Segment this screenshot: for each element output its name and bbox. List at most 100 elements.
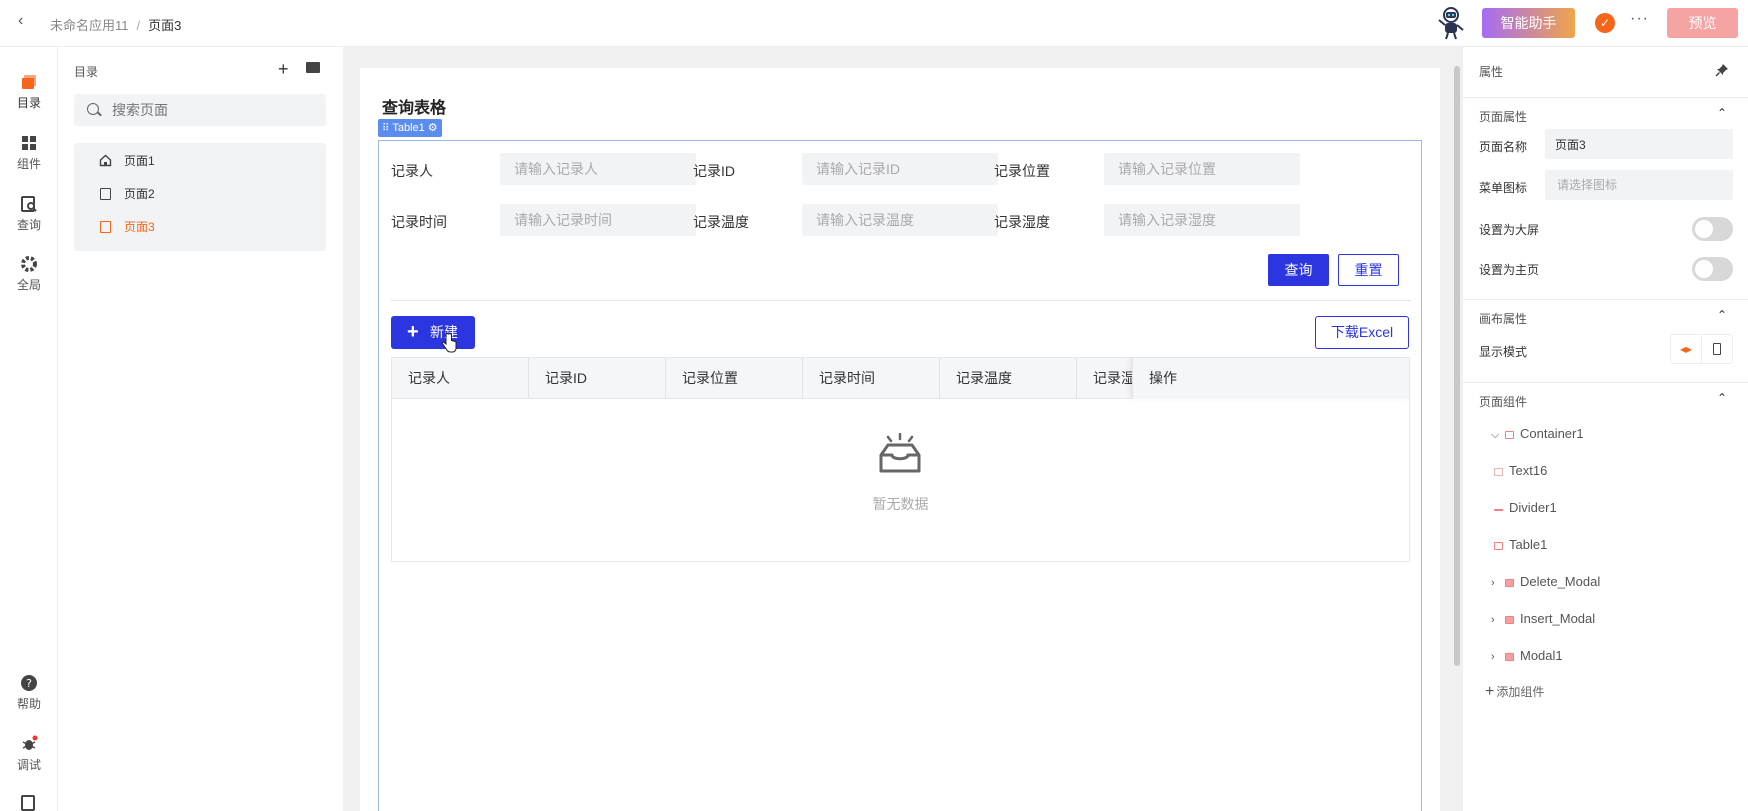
tree-item-delete-modal[interactable]: › Delete_Modal: [1491, 572, 1600, 592]
pin-icon[interactable]: [1715, 63, 1729, 77]
field-label: 记录时间: [391, 214, 447, 230]
table-component[interactable]: 记录人 记录ID 记录位置 记录时间 记录温度 记录湿度 查询 重置 + 新建 …: [378, 140, 1422, 811]
rail-item-query[interactable]: 查询: [0, 195, 58, 233]
page-item-label: 页面1: [124, 154, 155, 168]
drag-handle-icon[interactable]: ⠿: [382, 123, 389, 134]
page-attributes-section: 页面属性: [1479, 110, 1528, 124]
modal-icon: [1505, 652, 1514, 661]
home-page-toggle[interactable]: [1692, 257, 1733, 281]
help-icon: ?: [21, 675, 37, 691]
field-label: 记录ID: [693, 163, 735, 179]
page-search[interactable]: [74, 94, 326, 126]
tree-item-label: Delete_Modal: [1520, 574, 1601, 589]
column-header[interactable]: 记录位置: [666, 358, 803, 399]
tree-item-label: Container1: [1520, 426, 1584, 441]
page-name-input[interactable]: [1545, 129, 1733, 159]
gear-icon: [21, 256, 37, 272]
record-time-input[interactable]: [500, 204, 696, 236]
separator: [1463, 97, 1748, 98]
table-icon: [1494, 541, 1503, 550]
settings-icon[interactable]: ⚙: [428, 122, 438, 134]
column-header[interactable]: 记录时间: [803, 358, 940, 399]
properties-panel: 属性 页面属性 ⌃ 页面名称 菜单图标 设置为大屏 设置为主页 画布属性 ⌃ 显…: [1462, 47, 1748, 811]
rail-item-help[interactable]: ? 帮助: [0, 674, 58, 712]
tree-item-table1[interactable]: Table1: [1494, 535, 1547, 555]
search-input[interactable]: [112, 100, 312, 120]
tree-item-container1[interactable]: ⌵ Container1: [1491, 424, 1584, 444]
mobile-mode-icon[interactable]: [1713, 343, 1721, 355]
rail-label: 查询: [16, 218, 41, 232]
rail-item-panel-icon[interactable]: [21, 795, 35, 811]
preview-button[interactable]: 预览: [1667, 8, 1738, 38]
chevron-up-icon[interactable]: ⌃: [1717, 308, 1727, 322]
rail-item-global[interactable]: 全局: [0, 255, 58, 293]
canvas-scrollbar[interactable]: [1454, 66, 1460, 666]
assistant-button[interactable]: 智能助手: [1482, 8, 1575, 38]
download-excel-button[interactable]: 下载Excel: [1315, 316, 1409, 349]
record-id-input[interactable]: [802, 153, 998, 185]
menu-icon-label: 菜单图标: [1479, 181, 1528, 195]
display-mode-label: 显示模式: [1479, 345, 1528, 359]
action-column-header: 操作: [1132, 358, 1409, 399]
chevron-up-icon[interactable]: ⌃: [1717, 106, 1727, 120]
page-name-label: 页面名称: [1479, 140, 1528, 154]
breadcrumb-app[interactable]: 未命名应用11: [50, 18, 129, 33]
component-tag[interactable]: ⠿ Table1 ⚙: [378, 119, 442, 137]
column-header[interactable]: 记录人: [392, 358, 529, 399]
divider: [391, 300, 1411, 301]
breadcrumb: 未命名应用11 / 页面3: [50, 15, 181, 34]
chevron-left-icon[interactable]: ‹: [18, 12, 23, 30]
chevron-right-icon[interactable]: ›: [1491, 647, 1505, 667]
more-icon[interactable]: ···: [1630, 10, 1649, 28]
rail-label: 目录: [16, 96, 41, 110]
page-components-section: 页面组件: [1479, 395, 1528, 409]
display-mode-switch[interactable]: ◂▸: [1670, 334, 1733, 364]
reset-button[interactable]: 重置: [1338, 254, 1399, 286]
rail-item-components[interactable]: 组件: [0, 134, 58, 172]
column-header[interactable]: 记录温度: [940, 358, 1077, 399]
tree-item-label: Modal1: [1520, 648, 1563, 663]
column-header[interactable]: 记录湿度: [1077, 358, 1137, 399]
tree-item-text16[interactable]: Text16: [1494, 461, 1547, 481]
empty-text: 暂无数据: [872, 496, 929, 512]
divider-icon: [1494, 506, 1503, 512]
tree-item-modal1[interactable]: › Modal1: [1491, 646, 1563, 666]
menu-icon-select[interactable]: [1545, 170, 1733, 200]
add-icon[interactable]: +: [278, 59, 289, 80]
catalog-icon: [22, 75, 36, 89]
rail-item-catalog[interactable]: 目录: [0, 73, 58, 111]
rail-label: 调试: [16, 758, 41, 772]
rail-label: 全局: [16, 278, 41, 292]
table-header: 记录人 记录ID 记录位置 记录时间 记录温度 记录湿度 操作: [392, 358, 1409, 399]
record-temperature-input[interactable]: [802, 204, 998, 236]
grid-icon: [22, 136, 36, 150]
chevron-down-icon[interactable]: ⌵: [1491, 425, 1505, 445]
breadcrumb-page: 页面3: [148, 18, 182, 33]
container-icon: [1505, 430, 1514, 439]
recorder-input[interactable]: [500, 153, 696, 185]
column-header[interactable]: 记录ID: [529, 358, 666, 399]
plus-icon: +: [1485, 683, 1495, 700]
separator: [1463, 382, 1748, 383]
chevron-right-icon[interactable]: ›: [1491, 610, 1505, 630]
record-humidity-input[interactable]: [1104, 204, 1300, 236]
record-location-input[interactable]: [1104, 153, 1300, 185]
new-button[interactable]: + 新建: [391, 316, 475, 349]
chevron-right-icon[interactable]: ›: [1491, 573, 1505, 593]
rail-item-debug[interactable]: 调试: [0, 735, 58, 773]
big-screen-toggle[interactable]: [1692, 217, 1733, 241]
tree-item-insert-modal[interactable]: › Insert_Modal: [1491, 609, 1595, 629]
bug-icon: [22, 735, 38, 750]
tree-item-divider1[interactable]: Divider1: [1494, 498, 1557, 518]
page-item-label: 页面3: [124, 220, 155, 234]
query-button[interactable]: 查询: [1268, 254, 1329, 286]
robot-icon[interactable]: [1436, 6, 1466, 40]
folder-icon[interactable]: [306, 62, 320, 73]
desktop-mode-icon[interactable]: ◂▸: [1671, 335, 1702, 363]
chevron-up-icon[interactable]: ⌃: [1717, 391, 1727, 405]
left-rail: 目录 组件 查询 全局 ? 帮助 调试: [0, 47, 58, 811]
field-label: 记录湿度: [994, 214, 1050, 230]
check-icon[interactable]: ✓: [1595, 13, 1615, 33]
canvas-attributes-section: 画布属性: [1479, 312, 1528, 326]
add-component-button[interactable]: + 添加组件: [1485, 683, 1544, 701]
